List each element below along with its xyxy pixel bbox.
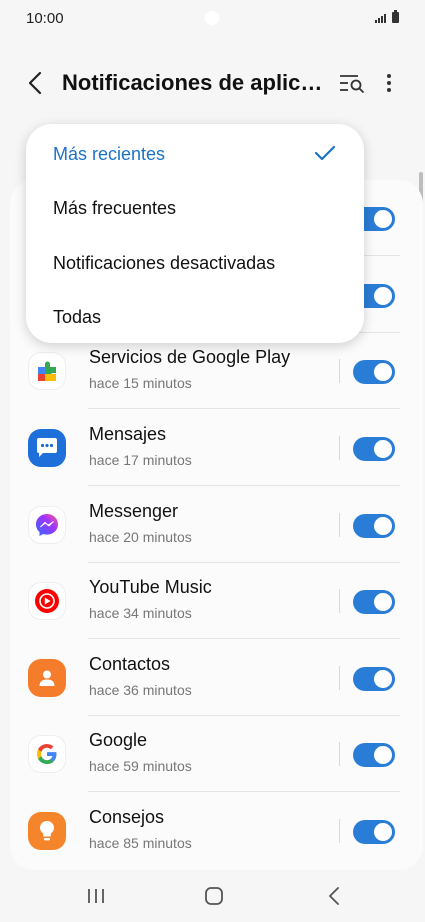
notification-toggle[interactable]: [353, 514, 395, 538]
recent-apps-icon: [88, 889, 104, 903]
divider: [88, 791, 400, 792]
list-item-youtube-music[interactable]: YouTube Music hace 34 minutos: [10, 563, 400, 639]
divider: [88, 408, 400, 409]
notification-toggle[interactable]: [353, 360, 395, 384]
menu-item-frequent[interactable]: Más frecuentes: [26, 180, 364, 234]
navigation-bar: [0, 870, 425, 922]
app-name: Contactos: [89, 654, 171, 674]
menu-item-label: Notificaciones desactivadas: [53, 253, 276, 273]
google-icon: [28, 735, 66, 773]
app-time: hace 20 minutos: [89, 529, 192, 545]
battery-icon: [392, 10, 399, 23]
app-name: Google: [89, 730, 148, 750]
home-button[interactable]: [203, 885, 225, 907]
app-time: hace 85 minutos: [89, 835, 192, 851]
back-arrow-icon: [329, 887, 339, 905]
notification-toggle[interactable]: [353, 437, 395, 461]
chevron-left-icon: [28, 71, 42, 95]
separator: [339, 359, 340, 383]
chat-bubble-icon: [37, 438, 57, 457]
separator: [339, 589, 340, 613]
person-icon: [39, 670, 55, 686]
menu-item-recent[interactable]: Más recientes: [26, 126, 364, 180]
check-icon: [314, 145, 336, 161]
puzzle-icon: [38, 361, 56, 381]
toggle-knob: [372, 438, 394, 460]
menu-item-label: Todas: [53, 307, 102, 327]
notification-toggle[interactable]: [353, 667, 395, 691]
notification-toggle[interactable]: [353, 743, 395, 767]
menu-item-all[interactable]: Todas: [26, 289, 364, 343]
toggle-knob: [372, 361, 394, 383]
notification-toggle[interactable]: [353, 820, 395, 844]
home-icon: [205, 887, 223, 905]
menu-item-label: Más frecuentes: [53, 198, 177, 218]
toggle-knob: [372, 285, 394, 307]
google-g-icon: [37, 744, 57, 764]
toggle-knob: [372, 821, 394, 843]
app-time: hace 17 minutos: [89, 452, 192, 468]
signal-icon: [375, 14, 386, 23]
recent-apps-button[interactable]: [86, 886, 106, 906]
app-time: hace 36 minutos: [89, 682, 192, 698]
separator: [339, 436, 340, 460]
messages-icon: [28, 429, 66, 467]
app-name: YouTube Music: [89, 577, 212, 597]
separator: [339, 819, 340, 843]
youtube-music-icon: [28, 582, 66, 620]
contacts-icon: [28, 659, 66, 697]
list-search-icon: [340, 75, 364, 93]
app-time: hace 59 minutos: [89, 758, 192, 774]
tips-icon: [28, 812, 66, 850]
toggle-knob: [372, 744, 394, 766]
sort-dropdown-menu: Más recientes Más frecuentes Notificacio…: [26, 124, 364, 343]
list-item-mensajes[interactable]: Mensajes hace 17 minutos: [10, 410, 400, 486]
list-item-contactos[interactable]: Contactos hace 36 minutos: [10, 640, 400, 716]
separator: [339, 666, 340, 690]
list-item-consejos[interactable]: Consejos hace 85 minutos: [10, 793, 400, 869]
search-list-button[interactable]: [336, 68, 368, 98]
nav-back-button[interactable]: [324, 885, 344, 907]
more-vertical-icon: [387, 74, 391, 92]
app-time: hace 15 minutos: [89, 375, 192, 391]
front-camera: [205, 11, 219, 25]
header: Notificaciones de aplicaciones: [0, 58, 425, 108]
play-circle-icon: [35, 589, 59, 613]
separator: [339, 742, 340, 766]
app-time: hace 34 minutos: [89, 605, 192, 621]
app-name: Consejos: [89, 807, 165, 827]
separator: [339, 513, 340, 537]
page-title: Notificaciones de aplicaciones: [62, 70, 332, 95]
messenger-icon: [28, 506, 66, 544]
back-button[interactable]: [22, 68, 50, 98]
toggle-knob: [372, 591, 394, 613]
list-item-google-play-services[interactable]: Servicios de Google Play hace 15 minutos: [10, 333, 400, 409]
status-time: 10:00: [26, 10, 64, 27]
messenger-bolt-icon: [36, 514, 58, 536]
list-item-google[interactable]: Google hace 59 minutos: [10, 716, 400, 792]
divider: [88, 638, 400, 639]
lightbulb-icon: [40, 821, 54, 841]
status-bar: 10:00: [0, 0, 425, 38]
app-name: Mensajes: [89, 424, 167, 444]
list-item-messenger[interactable]: Messenger hace 20 minutos: [10, 487, 400, 563]
app-name: Servicios de Google Play: [89, 347, 291, 367]
google-play-services-icon: [28, 352, 66, 390]
toggle-knob: [372, 668, 394, 690]
more-options-button[interactable]: [378, 68, 400, 98]
divider: [88, 485, 400, 486]
status-icons: [375, 10, 399, 23]
notification-toggle[interactable]: [353, 590, 395, 614]
menu-item-disabled[interactable]: Notificaciones desactivadas: [26, 235, 364, 289]
app-name: Messenger: [89, 501, 179, 521]
toggle-knob: [372, 208, 394, 230]
toggle-knob: [372, 515, 394, 537]
menu-item-label: Más recientes: [53, 144, 166, 164]
